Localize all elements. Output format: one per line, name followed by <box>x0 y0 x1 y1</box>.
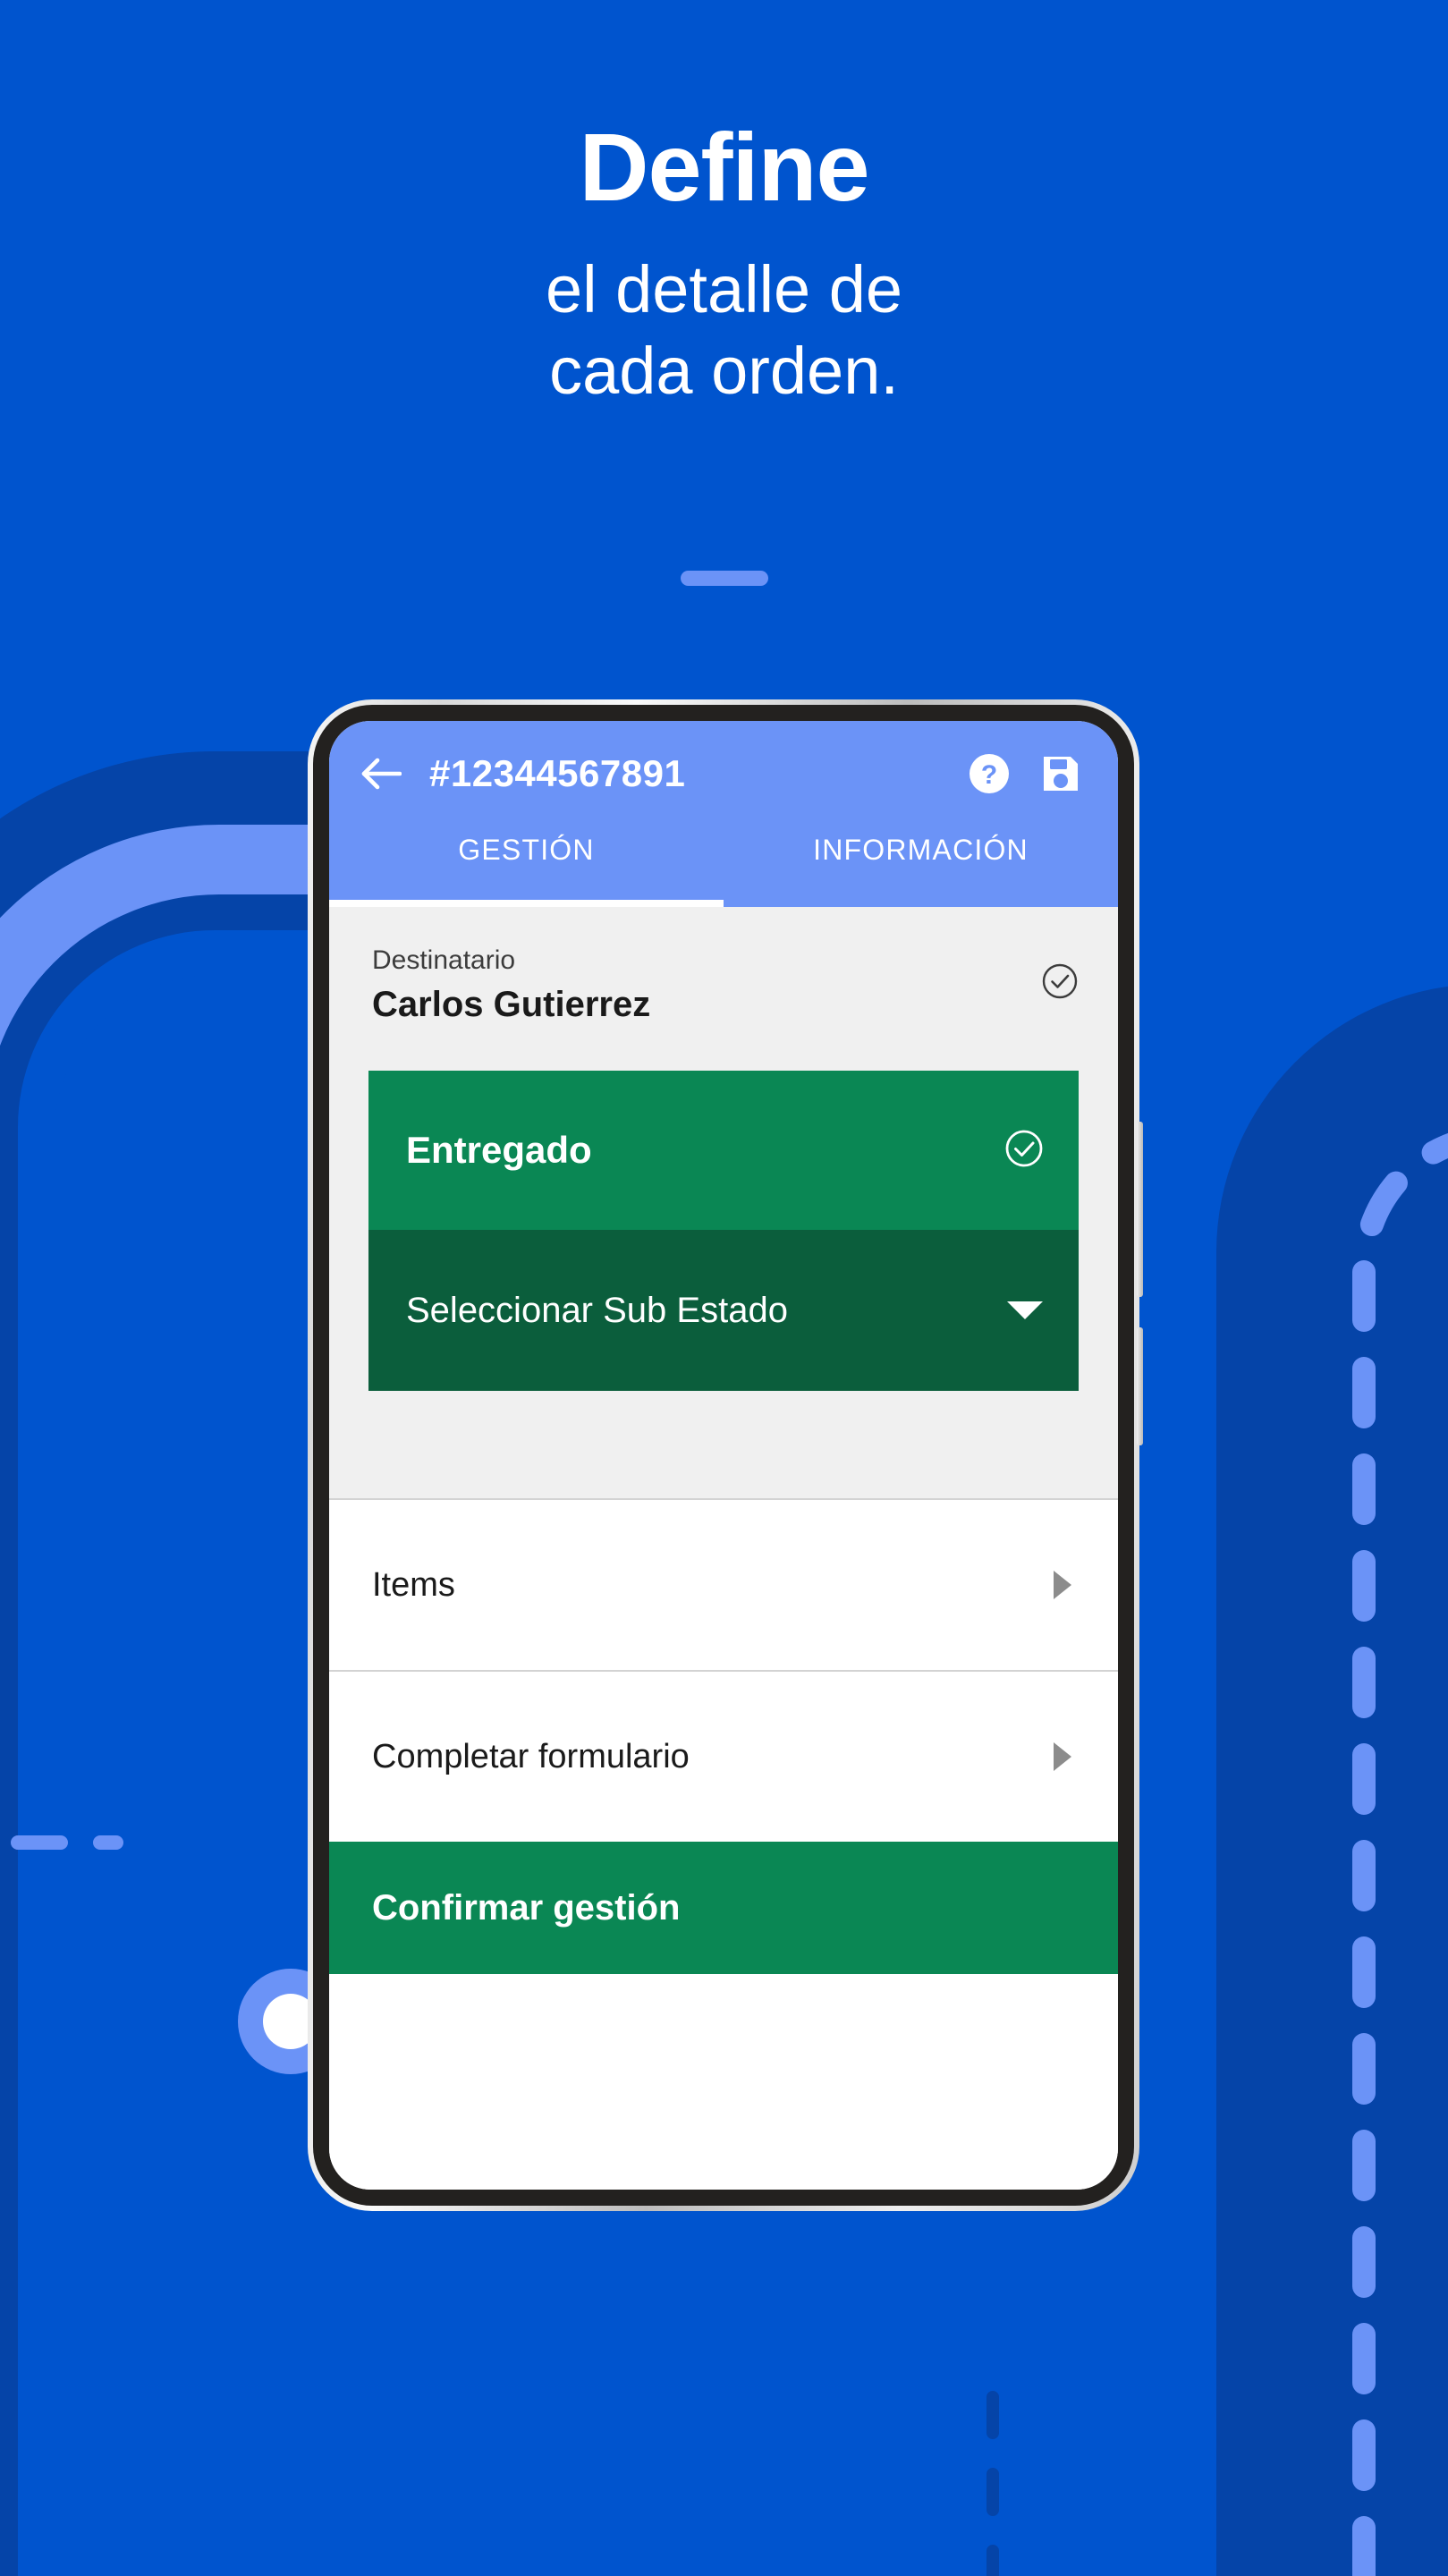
help-circle-glyph: ? <box>970 754 1009 793</box>
phone-volume-button[interactable] <box>1137 1122 1143 1297</box>
divider-pill <box>680 571 768 586</box>
arrow-left-icon[interactable] <box>358 750 404 797</box>
sub-status-dropdown[interactable]: Seleccionar Sub Estado <box>368 1230 1079 1391</box>
app-header: #12344567891 ? GESTIÓN INFORMACIÓN <box>329 721 1118 907</box>
save-floppy-glyph <box>1044 757 1078 791</box>
status-main-check-circle-icon <box>1003 1128 1045 1174</box>
status-main-button[interactable]: Entregado <box>368 1071 1079 1230</box>
promo-screenshot: Define el detalle de cada orden. #123445… <box>0 0 1448 2576</box>
tab-gestion[interactable]: GESTIÓN <box>329 826 724 907</box>
recipient-texts: Destinatario Carlos Gutierrez <box>372 943 1041 1026</box>
recipient-section: Destinatario Carlos Gutierrez <box>329 943 1118 1026</box>
panel-spacer <box>329 1391 1118 1498</box>
promo-subheadline: el detalle de cada orden. <box>0 250 1448 411</box>
tab-informacion-label: INFORMACIÓN <box>813 834 1029 866</box>
promo-subheadline-line-2: cada orden. <box>549 333 899 408</box>
phone-power-button[interactable] <box>1137 1327 1143 1445</box>
promo-headline: Define <box>579 113 869 221</box>
arrow-left-glyph <box>361 758 402 790</box>
app-top-bar: #12344567891 ? <box>329 721 1118 826</box>
recipient-name: Carlos Gutierrez <box>372 985 651 1024</box>
help-circle-icon[interactable]: ? <box>964 749 1014 799</box>
list-item-items-label: Items <box>372 1565 455 1604</box>
list-item-completar-formulario-label: Completar formulario <box>372 1737 690 1775</box>
confirm-management-label: Confirmar gestión <box>372 1887 681 1928</box>
promo-headline-block: Define el detalle de cada orden. <box>0 116 1448 411</box>
promo-subheadline-line-1: el detalle de <box>545 252 903 327</box>
svg-text:?: ? <box>981 760 997 790</box>
status-block: Entregado Seleccionar Sub Estado <box>368 1071 1079 1391</box>
screen-empty-area <box>329 1974 1118 2190</box>
sub-status-label: Seleccionar Sub Estado <box>406 1290 788 1330</box>
save-floppy-icon[interactable] <box>1036 749 1086 799</box>
status-main-label: Entregado <box>406 1129 592 1171</box>
tab-gestion-label: GESTIÓN <box>458 834 595 866</box>
chevron-right-icon <box>1054 1571 1071 1599</box>
recipient-label: Destinatario <box>372 945 516 975</box>
right-road-band <box>1216 986 1448 2576</box>
phone-mockup: #12344567891 ? GESTIÓN INFORMACIÓN Desti… <box>308 699 1143 2211</box>
chevron-right-icon <box>1054 1742 1071 1771</box>
right-road-dashes <box>1352 1132 1448 2576</box>
chevron-down-icon <box>1007 1301 1043 1319</box>
phone-screen: #12344567891 ? GESTIÓN INFORMACIÓN Desti… <box>329 721 1118 2190</box>
list-item-completar-formulario[interactable]: Completar formulario <box>329 1670 1118 1842</box>
confirm-management-button[interactable]: Confirmar gestión <box>329 1842 1118 1974</box>
order-number-title: #12344567891 <box>429 752 686 794</box>
tab-strip: GESTIÓN INFORMACIÓN <box>329 826 1118 907</box>
tab-informacion[interactable]: INFORMACIÓN <box>724 826 1118 907</box>
status-check-circle-glyph <box>1005 1130 1043 1166</box>
management-panel: Destinatario Carlos Gutierrez Entregado <box>329 907 1118 1498</box>
list-item-items[interactable]: Items <box>329 1498 1118 1670</box>
check-circle-glyph <box>1042 963 1078 999</box>
check-circle-icon[interactable] <box>1041 962 1079 1000</box>
